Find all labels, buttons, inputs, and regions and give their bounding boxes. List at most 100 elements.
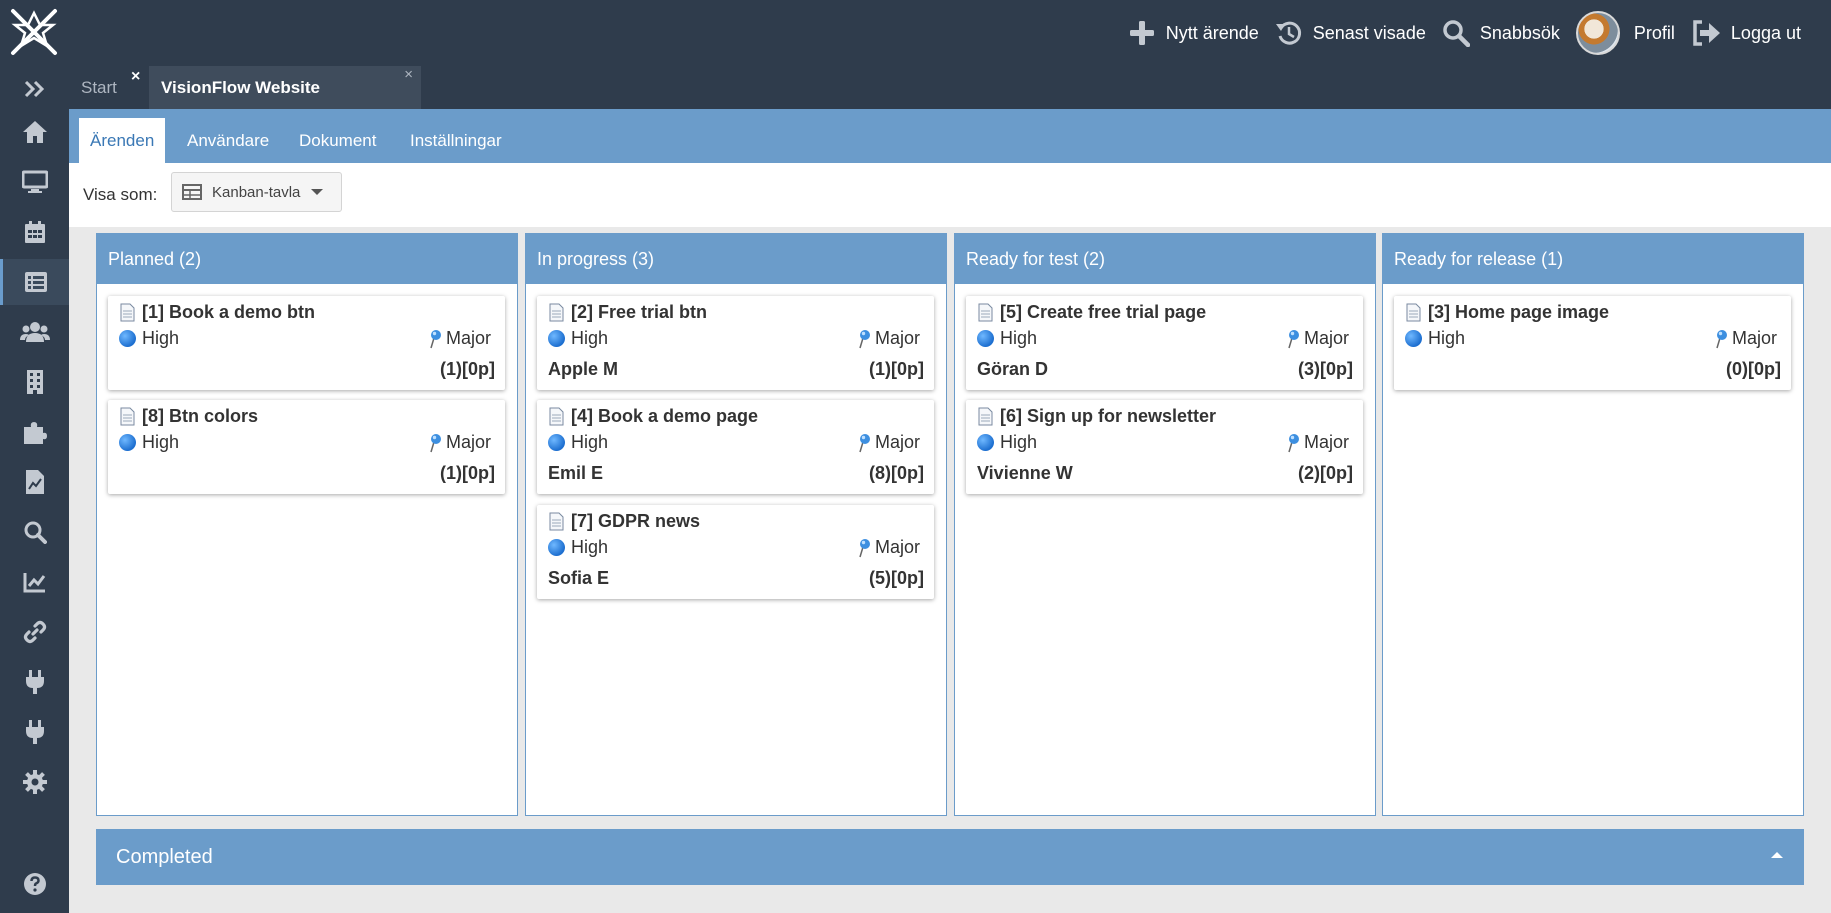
logout-button[interactable]: Logga ut [1691,19,1801,47]
logout-icon [1693,20,1720,46]
assignee: Vivienne W [977,463,1073,483]
new-case-label: Nytt ärende [1165,22,1259,43]
tab-cases[interactable]: Ärenden [79,118,166,163]
document-icon [120,303,135,322]
priority-label: High [1000,328,1038,348]
home-icon [22,121,47,143]
tab-active-label: VisionFlow Website [161,77,321,97]
quick-search-button[interactable]: Snabbsök [1442,19,1560,47]
severity-label: Major [874,537,920,557]
case-card[interactable]: [6] Sign up for newsletter High Major Vi… [966,400,1363,494]
case-card[interactable]: [3] Home page image High Major (0)[0p] [1394,296,1791,390]
kanban-column-planned: Planned (2) [1] Book a demo btn High Maj… [96,233,518,816]
sidebar-item-reports[interactable] [0,459,69,505]
sidebar-item-help[interactable] [0,861,69,907]
case-card[interactable]: [2] Free trial btn High Major Apple M (1… [537,296,934,390]
sidebar-item-integrations[interactable] [0,659,69,705]
sidebar-item-cases[interactable] [0,259,69,305]
completed-label: Completed [116,845,213,868]
plus-icon [1129,21,1154,45]
sidebar-expand[interactable] [0,66,69,112]
history-icon [1275,21,1301,45]
document-icon [549,512,564,531]
case-card[interactable]: [1] Book a demo btn High Major (1)[0p] [108,296,505,390]
severity-label: Major [445,328,491,348]
severity-label: Major [1731,328,1777,348]
link-icon [23,620,46,644]
pin-icon [1288,329,1299,348]
case-title: [3] Home page image [1428,302,1610,322]
completed-section-toggle[interactable]: Completed [96,829,1804,885]
table-icon [182,184,202,200]
sidebar-item-links[interactable] [0,609,69,655]
top-nav: Nytt ärende Senast visade Snabbsök Profi… [1112,0,1801,66]
document-icon [1406,303,1421,322]
app-logo[interactable] [7,5,61,59]
priority-label: High [1000,432,1038,452]
case-title: [7] GDPR news [571,511,701,531]
plug-icon [25,720,44,744]
kanban-column-in-progress: In progress (3) [2] Free trial btn High … [525,233,947,816]
column-title: Ready for release (1) [1383,234,1803,284]
trend-chart-icon [23,573,45,593]
new-case-button[interactable]: Nytt ärende [1128,19,1259,47]
profile-button[interactable]: Profil [1575,11,1675,55]
sidebar-item-calendar[interactable] [0,209,69,255]
pin-icon [430,433,441,452]
case-card[interactable]: [8] Btn colors High Major (1)[0p] [108,400,505,494]
search-icon [1443,20,1470,47]
top-bar: Nytt ärende Senast visade Snabbsök Profi… [0,0,1831,66]
document-icon [978,303,993,322]
sidebar-item-settings[interactable] [0,759,69,805]
case-card[interactable]: [5] Create free trial page High Major Gö… [966,296,1363,390]
sidebar-item-organizations[interactable] [0,359,69,405]
sidebar-item-integrations-2[interactable] [0,709,69,755]
view-mode-select[interactable]: Kanban-tavla [171,172,342,212]
sidebar-item-monitor[interactable] [0,159,69,205]
time-count: (3)[0p] [1298,359,1353,379]
sidebar-item-users[interactable] [0,309,69,355]
sidebar-item-home[interactable] [0,109,69,155]
severity-label: Major [1303,328,1349,348]
tab-documents[interactable]: Dokument [288,118,387,163]
quick-search-label: Snabbsök [1479,22,1560,43]
tab-visionflow-website[interactable]: VisionFlow Website × [149,66,421,109]
profile-label: Profil [1633,22,1675,43]
file-chart-icon [25,470,44,494]
severity-label: Major [874,328,920,348]
case-title: [4] Book a demo page [571,406,759,426]
calendar-icon [24,221,45,243]
time-count: (5)[0p] [869,568,924,588]
subtab-bar: Ärenden Användare Dokument Inställningar [69,109,1831,163]
priority-label: High [142,328,180,348]
pin-icon [859,329,870,348]
kanban-column-ready-for-release: Ready for release (1) [3] Home page imag… [1382,233,1804,816]
priority-dot-icon [548,330,565,347]
view-label: Visa som: [83,185,158,204]
sidebar-item-plugins[interactable] [0,409,69,455]
document-icon [978,407,993,426]
tab-active-close-icon[interactable]: × [404,66,413,83]
users-icon [19,322,50,342]
tab-users[interactable]: Användare [176,118,280,163]
pin-icon [1288,433,1299,452]
case-card[interactable]: [7] GDPR news High Major Sofia E (5)[0p] [537,505,934,599]
tab-bar: Start × VisionFlow Website × [69,66,1831,109]
severity-label: Major [874,432,920,452]
time-count: (1)[0p] [440,359,495,379]
case-title: [6] Sign up for newsletter [1000,406,1217,426]
time-count: (0)[0p] [1726,359,1781,379]
tab-settings[interactable]: Inställningar [399,118,513,163]
sidebar-item-search[interactable] [0,509,69,555]
case-title: [2] Free trial btn [571,302,708,322]
tab-start[interactable]: Start [81,66,117,109]
tab-start-close-icon[interactable]: × [131,68,140,86]
chevron-up-icon [1771,852,1783,858]
pin-icon [859,433,870,452]
pin-icon [859,538,870,557]
case-card[interactable]: [4] Book a demo page High Major Emil E (… [537,400,934,494]
avatar [1575,11,1620,55]
recent-button[interactable]: Senast visade [1275,19,1426,47]
sidebar-item-statistics[interactable] [0,559,69,605]
gear-icon [22,770,47,794]
